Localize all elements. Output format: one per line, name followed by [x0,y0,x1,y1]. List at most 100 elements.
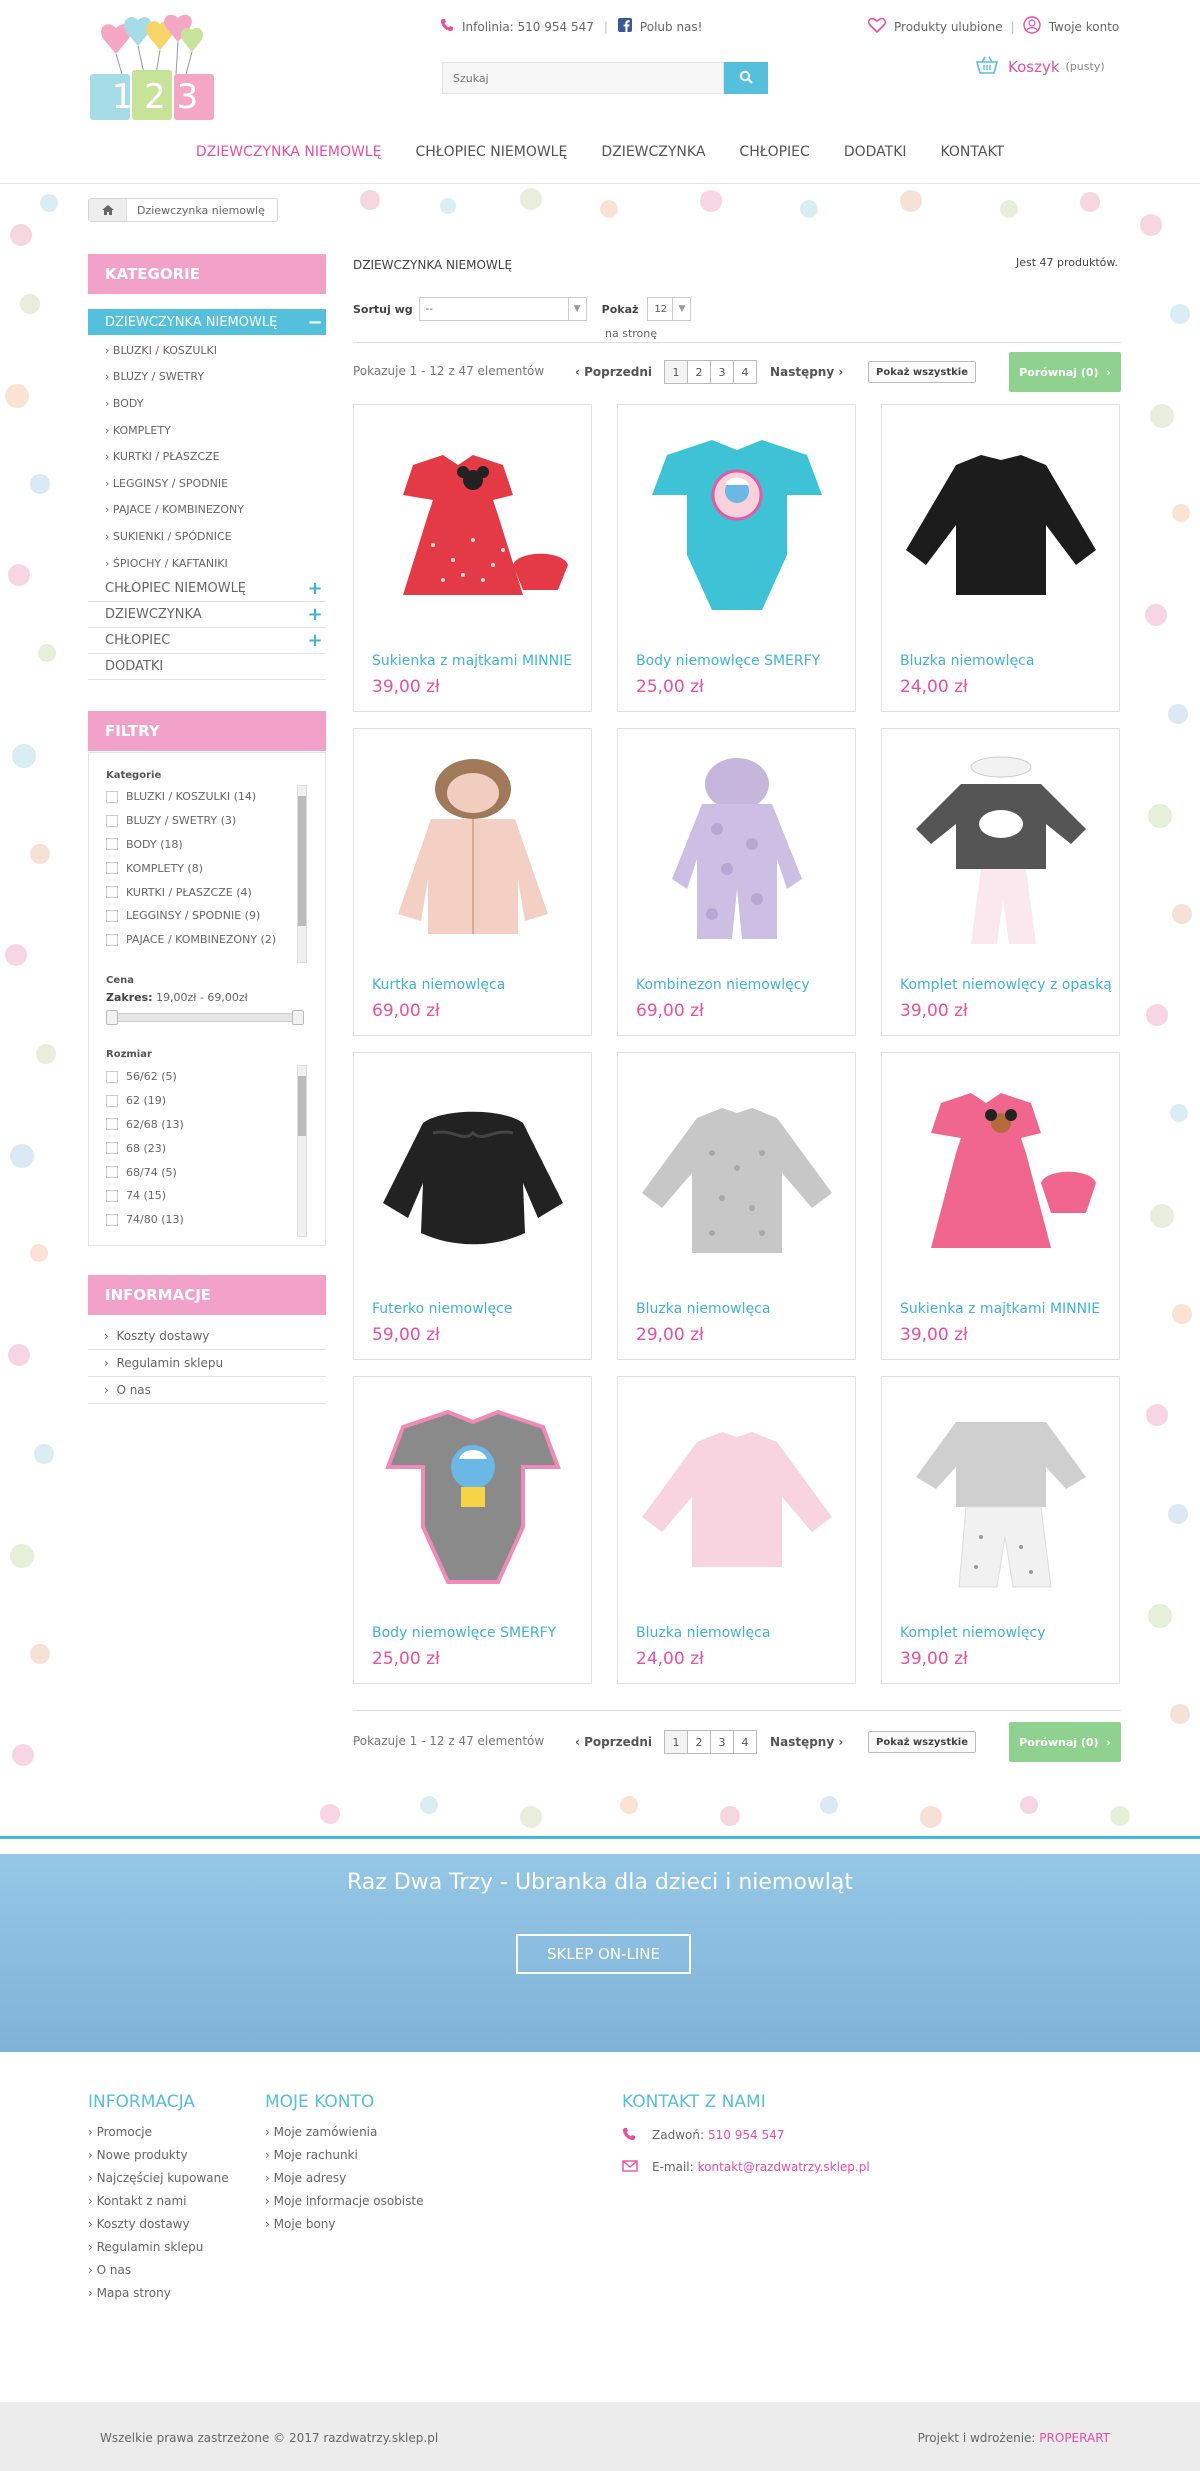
checkbox[interactable] [106,909,118,922]
checkbox[interactable] [106,886,118,899]
grey-set-image[interactable] [892,739,1109,959]
product-name[interactable]: Bluzka niemowlęca [636,1625,770,1641]
checkbox[interactable] [106,790,118,803]
facebook-link[interactable]: Polub nas! [640,20,703,34]
shop-online-button[interactable]: SKLEP ON-LINE [516,1934,691,1974]
expand-icon[interactable]: + [304,630,326,651]
product-name[interactable]: Body niemowlęce SMERFY [372,1625,556,1641]
subcategory-item[interactable]: › KOMPLETY [88,417,326,444]
product-name[interactable]: Futerko niemowlęce [372,1301,513,1317]
product-card[interactable]: Bluzka niemowlęca 29,00 zł [617,1052,856,1360]
checkbox[interactable] [106,1070,118,1083]
footer-link[interactable]: › Moje adresy [265,2166,423,2189]
product-name[interactable]: Body niemowlęce SMERFY [636,653,820,669]
cart-widget[interactable]: Koszyk (pusty) [975,56,1105,77]
product-card[interactable]: Kurtka niemowlęca 69,00 zł [353,728,592,1036]
filter-checkbox-item[interactable]: 56/62 (5) [106,1065,296,1089]
category-chlopiec-niemowle[interactable]: CHŁOPIEC NIEMOWLĘ + [88,576,326,603]
category-chlopiec[interactable]: CHŁOPIEC + [88,628,326,655]
filter-checkbox-item[interactable]: PAJACE / KOMBINEZONY (2) [106,928,296,952]
filter-checkbox-item[interactable]: 68/74 (5) [106,1160,296,1184]
product-card[interactable]: Futerko niemowlęce 59,00 zł [353,1052,592,1360]
prev-page-link[interactable]: ‹ Poprzedni [575,1735,652,1749]
page-1[interactable]: 1 [664,360,689,384]
filter-checkbox-item[interactable]: 74/80 (13) [106,1208,296,1232]
footer-link[interactable]: › Moje informacje osobiste [265,2189,423,2212]
filter-checkbox-item[interactable]: 74 (15) [106,1184,296,1208]
page-4[interactable]: 4 [733,360,758,384]
product-card[interactable]: Sukienka z majtkami MINNIE 39,00 zł [353,404,592,712]
blue-bodysuit-image[interactable] [628,415,845,635]
store-logo[interactable] [86,12,222,124]
filter-checkbox-item[interactable]: 62/68 (13) [106,1113,296,1137]
nav-item-dziewczynka-niemowle[interactable]: DZIEWCZYNKA NIEMOWLĘ [179,144,399,160]
collapse-icon[interactable]: − [304,312,326,333]
nav-item-chlopiec-niemowle[interactable]: CHŁOPIEC NIEMOWLĘ [398,144,584,160]
checkbox[interactable] [106,814,118,827]
page-2[interactable]: 2 [687,360,712,384]
info-link[interactable]: › O nas [88,1377,326,1404]
category-dziewczynka-niemowle[interactable]: DZIEWCZYNKA NIEMOWLĘ − [88,309,326,335]
filter-checkbox-item[interactable]: BLUZY / SWETRY (3) [106,809,296,833]
subcategory-item[interactable]: › LEGGINSY / SPODNIE [88,470,326,497]
nav-item-dziewczynka[interactable]: DZIEWCZYNKA [584,144,722,160]
footer-link[interactable]: › Moje bony [265,2212,423,2235]
footer-link[interactable]: › Mapa strony [88,2281,229,2304]
product-name[interactable]: Sukienka z majtkami MINNIE [372,653,572,669]
page-2[interactable]: 2 [687,1730,712,1754]
checkbox[interactable] [106,1094,118,1107]
subcategory-item[interactable]: › PAJACE / KOMBINEZONY [88,497,326,524]
checkbox[interactable] [106,1189,118,1202]
subcategory-item[interactable]: › BLUZKI / KOSZULKI [88,337,326,364]
product-name[interactable]: Kombinezon niemowlęcy [636,977,810,993]
price-slider[interactable] [106,1010,304,1025]
show-all-button[interactable]: Pokaż wszystkie [868,361,977,383]
checkbox[interactable] [106,862,118,875]
black-fur-image[interactable] [364,1063,581,1283]
footer-link[interactable]: › Kontakt z nami [88,2189,229,2212]
expand-icon[interactable]: + [304,604,326,625]
product-name[interactable]: Komplet niemowlęcy z opaską [900,977,1112,993]
filter-checkbox-item[interactable]: BODY (18) [106,833,296,857]
nav-item-kontakt[interactable]: KONTAKT [924,144,1022,160]
filter-checkbox-item[interactable]: KOMPLETY (8) [106,856,296,880]
subcategory-item[interactable]: › BLUZY / SWETRY [88,364,326,391]
filter-checkbox-item[interactable]: 62 (19) [106,1089,296,1113]
red-dress-image[interactable] [364,415,581,635]
pink-shirt-image[interactable] [628,1387,845,1607]
grey-bodysuit-image[interactable] [364,1387,581,1607]
footer-link[interactable]: › O nas [88,2258,229,2281]
checkbox[interactable] [106,1166,118,1179]
footer-link[interactable]: › Moje rachunki [265,2143,423,2166]
next-page-link[interactable]: Następny › [770,1735,843,1749]
sort-select[interactable]: -- ▼ [418,297,587,321]
product-card[interactable]: Sukienka z majtkami MINNIE 39,00 zł [881,1052,1120,1360]
search-button[interactable] [724,62,768,94]
account-link[interactable]: Twoje konto [1049,20,1120,34]
filter-checkbox-item[interactable]: BLUZKI / KOSZULKI (14) [106,785,296,809]
product-card[interactable]: Bluzka niemowlęca 24,00 zł [881,404,1120,712]
filter-checkbox-item[interactable]: KURTKI / PŁASZCZE (4) [106,880,296,904]
product-name[interactable]: Komplet niemowlęcy [900,1625,1046,1641]
per-page-select[interactable]: 12 ▼ [647,297,692,321]
favorites-link[interactable]: Produkty ulubione [894,20,1003,34]
pink-dress-image[interactable] [892,1063,1109,1283]
prev-page-link[interactable]: ‹ Poprzedni [575,365,652,379]
credit-link[interactable]: PROPERART [1039,2431,1110,2445]
footer-link[interactable]: › Nowe produkty [88,2143,229,2166]
footer-link[interactable]: › Regulamin sklepu [88,2235,229,2258]
home-icon[interactable] [89,199,127,221]
lilac-overall-image[interactable] [628,739,845,959]
price-slider-min-handle[interactable] [106,1010,118,1025]
show-all-button[interactable]: Pokaż wszystkie [868,1731,977,1753]
subcategory-item[interactable]: › SUKIENKI / SPÓDNICE [88,523,326,550]
pink-jacket-image[interactable] [364,739,581,959]
product-name[interactable]: Kurtka niemowlęca [372,977,505,993]
cart-label[interactable]: Koszyk [1008,58,1060,76]
footer-link[interactable]: › Koszty dostawy [88,2212,229,2235]
product-card[interactable]: Body niemowlęce SMERFY 25,00 zł [617,404,856,712]
footer-link[interactable]: › Najczęściej kupowane [88,2166,229,2189]
compare-button[interactable]: Porównaj (0) › [1009,1722,1121,1762]
scrollbar-thumb[interactable] [298,796,306,926]
next-page-link[interactable]: Następny › [770,365,843,379]
